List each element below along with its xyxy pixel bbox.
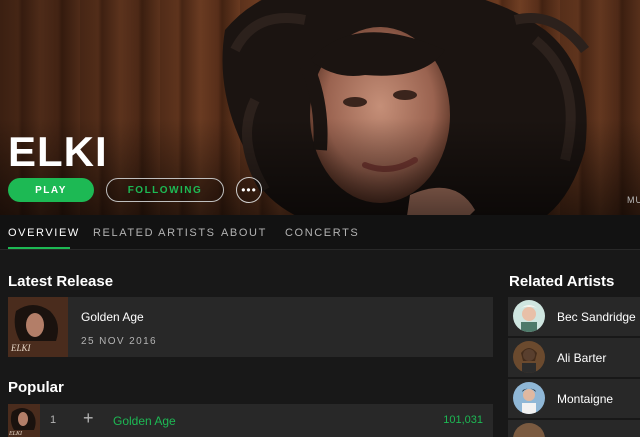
related-artist-name[interactable]: Bec Sandridge bbox=[557, 310, 636, 324]
release-date: 25 NOV 2016 bbox=[81, 336, 157, 347]
track-art: ELKI bbox=[8, 404, 40, 437]
track-title[interactable]: Golden Age bbox=[113, 414, 176, 428]
album-art[interactable]: ELKI bbox=[8, 297, 68, 357]
track-play-count: 101,031 bbox=[443, 414, 483, 426]
popular-title: Popular bbox=[8, 379, 64, 396]
more-options-button[interactable]: ••• bbox=[236, 177, 262, 203]
tab-overview[interactable]: OVERVIEW bbox=[8, 227, 80, 239]
latest-release-card[interactable]: ELKI Golden Age 25 NOV 2016 bbox=[8, 297, 493, 357]
avatar bbox=[513, 423, 545, 437]
artist-name: ELKI bbox=[8, 128, 108, 175]
artist-header bbox=[0, 0, 640, 215]
avatar bbox=[513, 300, 545, 332]
release-title[interactable]: Golden Age bbox=[81, 310, 144, 324]
track-row[interactable]: ELKI 1 + Golden Age 101,031 bbox=[8, 404, 493, 437]
related-artist-item[interactable]: Montaigne bbox=[508, 379, 640, 418]
tab-related-artists[interactable]: RELATED ARTISTS bbox=[93, 227, 216, 239]
album-art-text: ELKI bbox=[10, 343, 32, 353]
related-artist-item[interactable]: Ali Barter bbox=[508, 338, 640, 377]
related-artists-title: Related Artists bbox=[509, 273, 615, 290]
album-art-image: ELKI bbox=[8, 297, 68, 357]
related-artist-name[interactable]: Ali Barter bbox=[557, 351, 606, 365]
related-artist-name[interactable]: Montaigne bbox=[557, 392, 613, 406]
ellipsis-icon: ••• bbox=[241, 183, 257, 197]
avatar bbox=[513, 341, 545, 373]
artist-tabs: OVERVIEW RELATED ARTISTS ABOUT CONCERTS bbox=[0, 215, 640, 250]
tab-concerts[interactable]: CONCERTS bbox=[285, 227, 359, 239]
related-artist-item[interactable]: Bec Sandridge bbox=[508, 297, 640, 336]
track-art-image: ELKI bbox=[8, 404, 40, 437]
play-button[interactable]: PLAY bbox=[8, 178, 94, 202]
truncated-header-text: MU bbox=[627, 195, 640, 205]
avatar bbox=[513, 382, 545, 414]
track-number: 1 bbox=[50, 414, 57, 426]
tab-about[interactable]: ABOUT bbox=[221, 227, 267, 239]
track-art-text: ELKI bbox=[8, 431, 23, 437]
add-track-icon[interactable]: + bbox=[83, 408, 94, 429]
latest-release-title: Latest Release bbox=[8, 273, 114, 290]
following-button[interactable]: FOLLOWING bbox=[106, 178, 224, 202]
active-tab-indicator bbox=[8, 247, 70, 249]
related-artist-item[interactable] bbox=[508, 420, 640, 437]
